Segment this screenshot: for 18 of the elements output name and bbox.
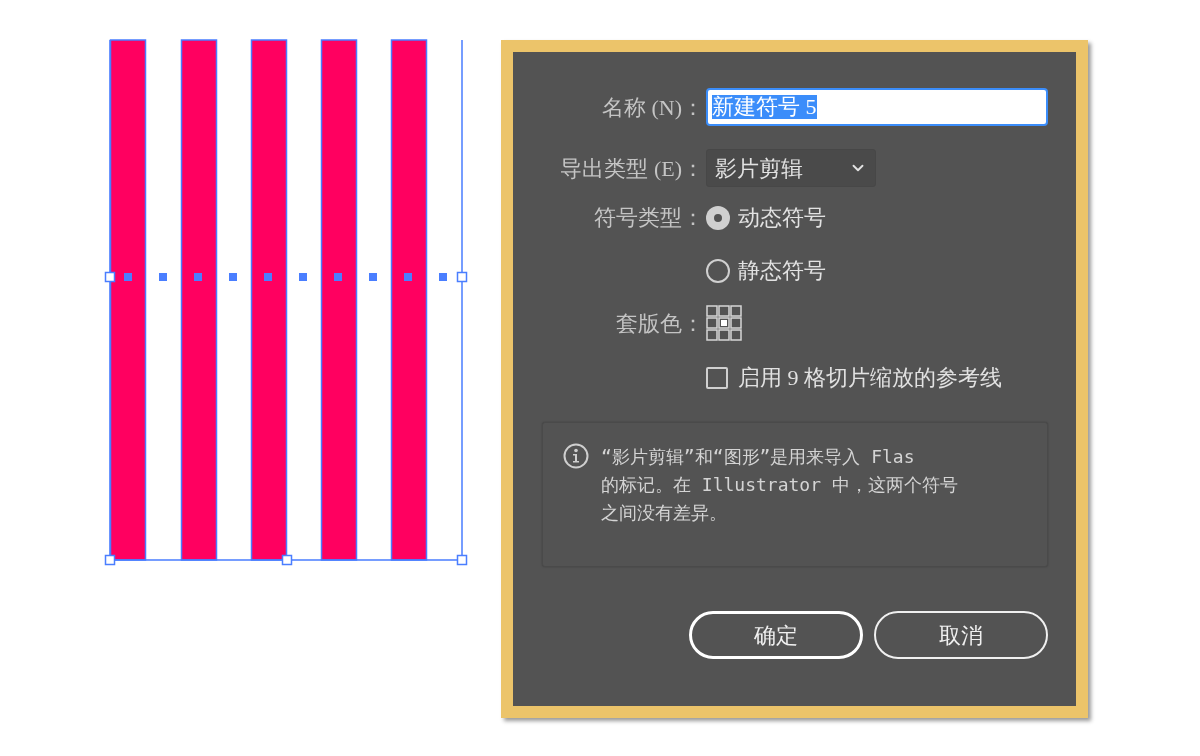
- dialog-button[interactable]: 取消: [874, 611, 1048, 659]
- registration-grid-icon[interactable]: [706, 305, 742, 341]
- radio-label: 动态符号: [738, 204, 826, 232]
- export-type-label: 导出类型 (E)：: [559, 154, 704, 183]
- checkbox-label: 启用 9 格切片缩放的参考线: [738, 364, 1002, 392]
- symbol-type-label: 符号类型：: [593, 204, 704, 232]
- checkbox[interactable]: [706, 366, 728, 389]
- export-type-dropdown[interactable]: 影片剪辑: [706, 149, 876, 187]
- radio-button[interactable]: [706, 258, 730, 283]
- name-label: 名称 (N)：: [600, 93, 704, 122]
- info-text-line: “影片剪辑”和“图形”是用来导入 Flas: [601, 445, 916, 469]
- dialog-button[interactable]: 确定: [689, 611, 863, 659]
- info-text-line: 的标记。在 Illustrator 中，这两个符号: [601, 473, 958, 497]
- info-icon: [563, 443, 589, 469]
- info-text-line: 之间没有差异。: [601, 501, 728, 525]
- radio-button[interactable]: [706, 205, 730, 230]
- radio-label: 静态符号: [738, 257, 826, 285]
- registration-label: 套版色：: [615, 309, 704, 338]
